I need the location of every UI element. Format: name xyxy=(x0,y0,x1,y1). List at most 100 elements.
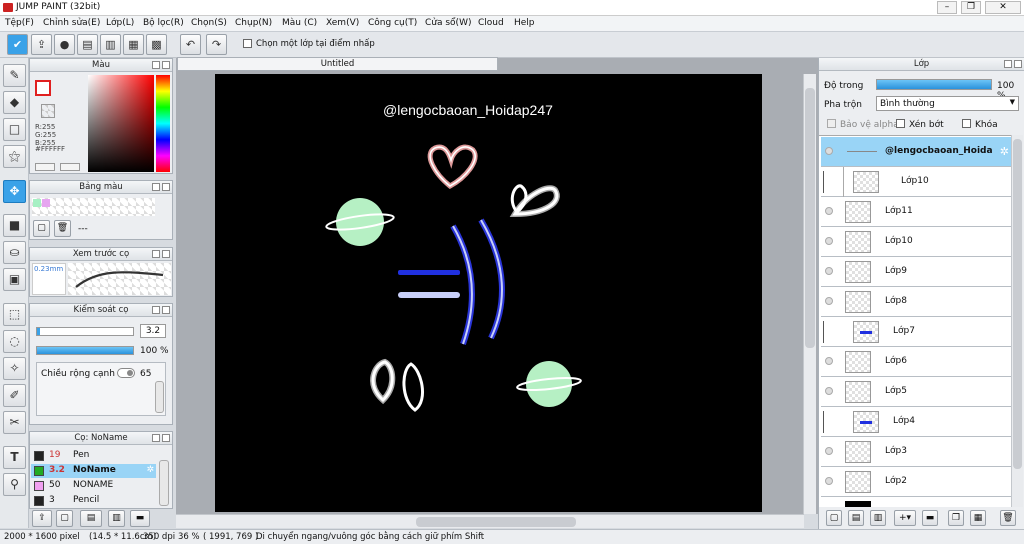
brush-size-input[interactable]: 3.2 xyxy=(140,324,166,338)
layer-row-watermark[interactable]: @lengocbaoan_Hoidap247 ✲ xyxy=(821,137,1011,167)
panel-close-icon[interactable] xyxy=(162,61,170,69)
folder-icon[interactable]: ▬ xyxy=(922,510,938,526)
layer-row[interactable]: Lớp6 xyxy=(821,347,1011,377)
new-brush-icon[interactable]: ▢ xyxy=(56,510,73,527)
magic-wand-tool-icon[interactable]: ⚝ xyxy=(3,145,26,168)
brush-opacity-slider[interactable] xyxy=(36,346,134,355)
layer-row[interactable]: Lớp10 xyxy=(821,227,1011,257)
layer-row[interactable]: Lớp11 xyxy=(821,197,1011,227)
layer-opacity-slider[interactable] xyxy=(876,79,992,90)
color-mode-button-2[interactable] xyxy=(60,163,80,171)
share-icon[interactable]: ⇪ xyxy=(31,34,52,55)
panel-close-icon[interactable] xyxy=(162,250,170,258)
layer-list-scrollbar[interactable] xyxy=(1011,135,1023,507)
eraser-select-tool-icon[interactable]: ✂ xyxy=(3,411,26,434)
new-layer-icon[interactable]: ▢ xyxy=(826,510,842,526)
brush-cloud-icon[interactable]: ⇪ xyxy=(32,510,52,527)
cloud-icon[interactable]: ✔ xyxy=(7,34,28,55)
text-tool-icon[interactable]: T xyxy=(3,446,26,469)
move-tool-icon[interactable]: ✥ xyxy=(3,180,26,203)
layer-row-background[interactable] xyxy=(821,497,1011,507)
menu-select[interactable]: Chọn(S) xyxy=(191,18,227,28)
pen-select-tool-icon[interactable]: ✐ xyxy=(3,384,26,407)
new-palette-icon[interactable]: ▢ xyxy=(33,220,50,237)
edge-width-toggle[interactable] xyxy=(117,368,135,378)
canvas-horizontal-scrollbar[interactable] xyxy=(176,514,804,528)
page-icon[interactable]: ▥ xyxy=(100,34,121,55)
select-rect-tool-icon[interactable]: □ xyxy=(3,118,26,141)
palette-swatch[interactable] xyxy=(42,199,50,207)
palette-grid[interactable] xyxy=(32,198,155,216)
protect-alpha-checkbox[interactable] xyxy=(827,119,836,129)
gradient-tool-icon[interactable]: ▣ xyxy=(3,268,26,291)
menu-tools[interactable]: Công cụ(T) xyxy=(368,18,417,28)
eraser-tool-icon[interactable]: ◆ xyxy=(3,91,26,114)
new-layer-2-icon[interactable]: ▤ xyxy=(848,510,864,526)
brush-item-noname-upper[interactable]: 50 NONAME xyxy=(31,479,171,493)
color-mode-button[interactable] xyxy=(35,163,55,171)
clip-checkbox[interactable] xyxy=(896,119,905,129)
brush-copy-icon[interactable]: ▤ xyxy=(80,510,102,527)
menu-file[interactable]: Tệp(F) xyxy=(5,18,34,28)
layer-row[interactable]: Lớp2 xyxy=(821,467,1011,497)
panel-close-icon[interactable] xyxy=(162,434,170,442)
brush-folder-icon[interactable]: ▬ xyxy=(130,510,150,527)
brush-item-noname-selected[interactable]: 3.2 NoName ✲ xyxy=(31,464,156,478)
visibility-icon[interactable] xyxy=(825,267,833,275)
panel-undock-icon[interactable] xyxy=(152,61,160,69)
layer-row[interactable]: Lớp3 xyxy=(821,437,1011,467)
trash-icon[interactable]: 🗑 xyxy=(1000,510,1016,526)
visibility-icon[interactable] xyxy=(825,357,833,365)
document-tab[interactable]: Untitled xyxy=(177,57,498,71)
vertical-scroll-thumb[interactable] xyxy=(805,88,815,348)
layer-row[interactable]: Lớp7 xyxy=(821,317,1011,347)
canvas-vertical-scrollbar[interactable] xyxy=(803,74,816,514)
menu-cloud[interactable]: Cloud xyxy=(478,18,504,28)
layer-row[interactable]: Lớp8 xyxy=(821,287,1011,317)
gear-icon[interactable]: ✲ xyxy=(1000,145,1009,158)
panel-undock-icon[interactable] xyxy=(1004,60,1012,68)
visibility-icon[interactable] xyxy=(825,297,833,305)
menu-color[interactable]: Màu (C) xyxy=(282,18,317,28)
visibility-icon[interactable] xyxy=(825,147,833,155)
redo-icon[interactable]: ↷ xyxy=(206,34,227,55)
horizontal-scroll-thumb[interactable] xyxy=(416,517,576,527)
layer-row[interactable]: Lớp4 xyxy=(821,407,1011,437)
delete-palette-icon[interactable]: 🗑 xyxy=(54,220,71,237)
panel-undock-icon[interactable] xyxy=(152,306,160,314)
bucket-tool-icon[interactable]: ⛀ xyxy=(3,241,26,264)
menu-view[interactable]: Xem(V) xyxy=(326,18,359,28)
comment-icon[interactable]: ● xyxy=(54,34,75,55)
visibility-icon[interactable] xyxy=(825,237,833,245)
lock-checkbox[interactable] xyxy=(962,119,971,129)
layer-row[interactable]: Lớp10 xyxy=(821,167,1011,197)
brush-size-slider[interactable] xyxy=(36,327,134,336)
brush-settings-icon[interactable]: ▥ xyxy=(108,510,125,527)
menu-capture[interactable]: Chụp(N) xyxy=(235,18,272,28)
palette-swatch[interactable] xyxy=(33,199,41,207)
menu-filter[interactable]: Bộ lọc(R) xyxy=(143,18,184,28)
visibility-icon[interactable] xyxy=(825,387,833,395)
maximize-button[interactable]: ❐ xyxy=(961,1,981,14)
lasso-tool-icon[interactable]: ◌ xyxy=(3,330,26,353)
minimize-button[interactable]: – xyxy=(937,1,957,14)
visibility-icon[interactable] xyxy=(825,447,833,455)
menu-window[interactable]: Cửa sổ(W) xyxy=(425,18,471,28)
saturation-value-field[interactable] xyxy=(88,75,154,172)
lasso-rect-tool-icon[interactable]: ⬚ xyxy=(3,303,26,326)
brush-item-pen[interactable]: 19 Pen xyxy=(31,449,171,463)
brush-list-scrollbar[interactable] xyxy=(159,460,169,506)
panel-undock-icon[interactable] xyxy=(152,183,160,191)
select-layer-checkbox[interactable] xyxy=(243,39,252,49)
duplicate-layer-icon[interactable]: ❐ xyxy=(948,510,964,526)
undo-icon[interactable]: ↶ xyxy=(180,34,201,55)
menu-layer[interactable]: Lớp(L) xyxy=(106,18,134,28)
wand-select-tool-icon[interactable]: ✧ xyxy=(3,357,26,380)
menu-edit[interactable]: Chỉnh sửa(E) xyxy=(43,18,100,28)
visibility-icon[interactable] xyxy=(825,477,833,485)
close-button[interactable]: ✕ xyxy=(985,1,1021,14)
document-icon[interactable]: ▦ xyxy=(123,34,144,55)
layer-scroll-thumb[interactable] xyxy=(1013,139,1022,469)
grid-icon[interactable]: ▩ xyxy=(146,34,167,55)
fill-rect-tool-icon[interactable]: ■ xyxy=(3,214,26,237)
